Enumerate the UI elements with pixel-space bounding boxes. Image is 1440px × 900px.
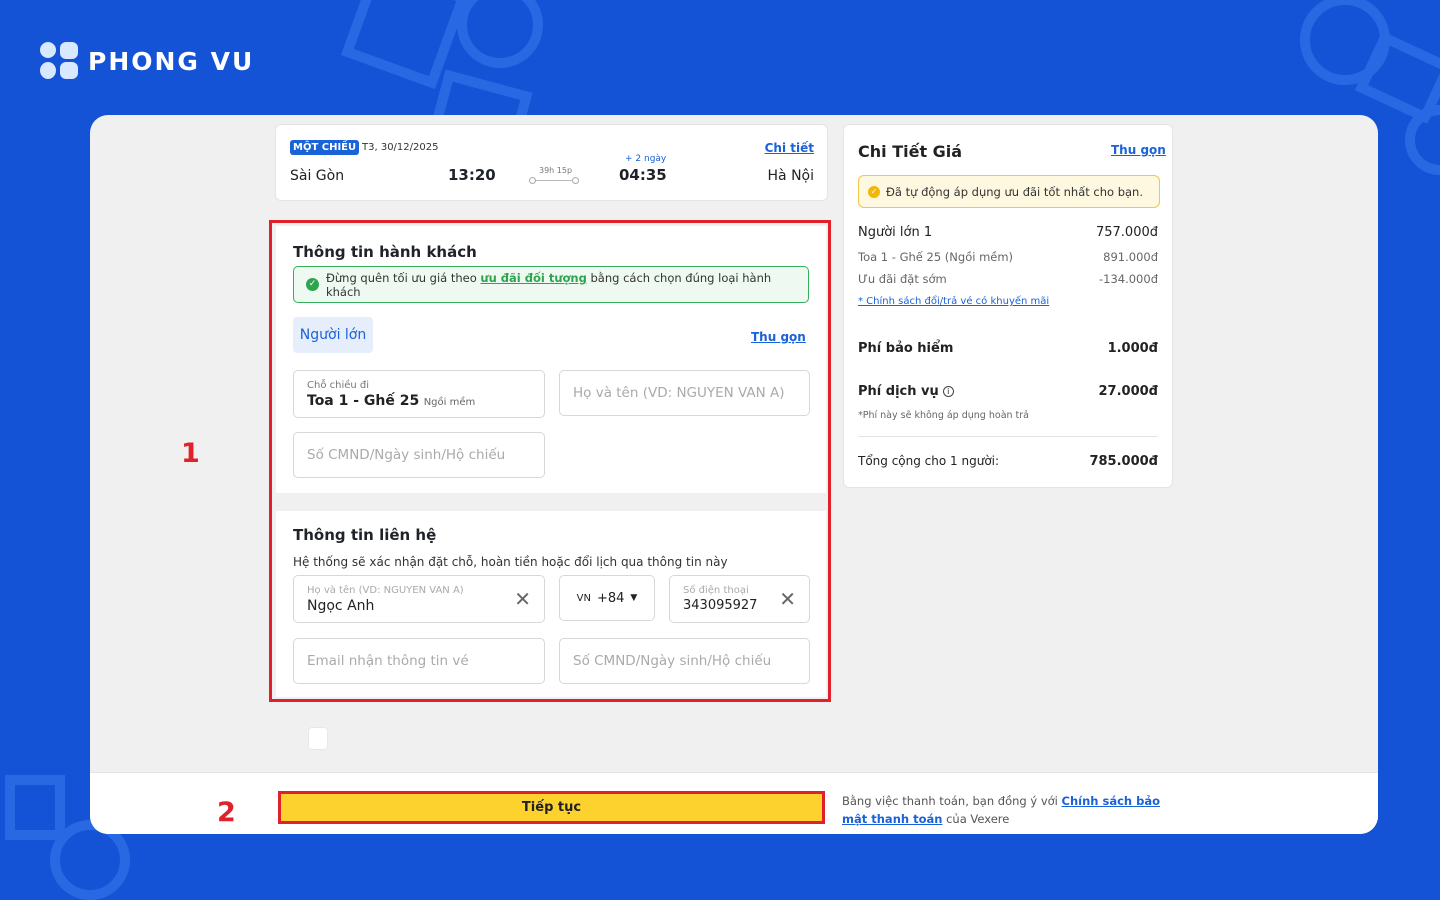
check-circle-icon: ✓: [868, 185, 880, 198]
seat-price-label: Toa 1 - Ghế 25 (Ngồi mềm): [858, 250, 1014, 264]
auto-discount-text: Đã tự động áp dụng ưu đãi tốt nhất cho b…: [886, 184, 1144, 199]
early-discount-label: Ưu đãi đặt sớm: [858, 272, 947, 286]
early-discount-value: -134.000đ: [1098, 272, 1158, 286]
price-collapse-link[interactable]: Thu gọn: [1111, 143, 1166, 157]
adult-label: Người lớn 1: [858, 225, 933, 240]
divider: [858, 436, 1158, 437]
service-fee-row: Phí dịch vụ i 27.000đ: [858, 384, 1158, 399]
step-marker-2: 2: [217, 797, 236, 828]
seat-price-row: Toa 1 - Ghế 25 (Ngồi mềm) 891.000đ: [858, 250, 1158, 264]
service-fee-label: Phí dịch vụ: [858, 384, 939, 399]
trip-destination: Hà Nội: [767, 168, 814, 184]
insurance-value: 1.000đ: [1107, 341, 1158, 356]
policy-link[interactable]: * Chính sách đổi/trả vé có khuyến mãi: [858, 296, 1049, 307]
insurance-label: Phí bảo hiểm: [858, 341, 954, 356]
info-icon[interactable]: i: [942, 386, 954, 397]
terms-text-before: Bằng việc thanh toán, bạn đồng ý với: [842, 794, 1058, 808]
adult-price-row: Người lớn 1 757.000đ: [858, 225, 1158, 240]
early-discount-row: Ưu đãi đặt sớm -134.000đ: [858, 272, 1158, 286]
highlight-box-1: [269, 220, 831, 702]
logo-icon: [40, 42, 80, 80]
insurance-row: Phí bảo hiểm 1.000đ: [858, 341, 1158, 356]
trip-detail-link[interactable]: Chi tiết: [765, 141, 814, 155]
booking-window: MỘT CHIỀU T3, 30/12/2025 Chi tiết Sài Gò…: [90, 115, 1378, 834]
departure-time: 13:20: [448, 166, 496, 184]
seat-price-value: 891.000đ: [1103, 250, 1158, 264]
total-value: 785.000đ: [1089, 454, 1158, 469]
brand-logo: PHONG VU: [40, 42, 254, 80]
price-detail-card: Chi Tiết Giá Thu gọn ✓ Đã tự động áp dụn…: [843, 124, 1173, 488]
service-fee-note: *Phí này sẽ không áp dụng hoàn trả: [858, 410, 1030, 421]
auto-discount-note: ✓ Đã tự động áp dụng ưu đãi tốt nhất cho…: [858, 175, 1160, 208]
trip-duration: 39h 15p: [539, 166, 573, 175]
adult-total: 757.000đ: [1095, 225, 1158, 240]
arrival-time: 04:35: [619, 166, 667, 184]
service-fee-value: 27.000đ: [1098, 384, 1158, 399]
trip-summary-card: MỘT CHIỀU T3, 30/12/2025 Chi tiết Sài Gò…: [275, 124, 828, 201]
trip-date: T3, 30/12/2025: [362, 142, 439, 153]
terms-text-after: của Vexere: [946, 812, 1010, 826]
payment-terms: Bằng việc thanh toán, bạn đồng ý với Chí…: [842, 792, 1182, 828]
continue-button[interactable]: Tiếp tục: [278, 791, 825, 824]
trip-origin: Sài Gòn: [290, 168, 345, 184]
step-marker-1: 1: [181, 438, 200, 469]
total-row: Tổng cộng cho 1 người: 785.000đ: [858, 454, 1158, 469]
bottom-action-bar: Tiếp tục Bằng việc thanh toán, bạn đồng …: [90, 772, 1378, 834]
one-way-badge: MỘT CHIỀU: [290, 140, 360, 155]
chat-icon[interactable]: [308, 727, 328, 750]
brand-name: PHONG VU: [88, 46, 255, 76]
total-label: Tổng cộng cho 1 người:: [858, 454, 1000, 468]
route-line: [529, 177, 579, 184]
plus-days-label: + 2 ngày: [625, 154, 667, 164]
price-title: Chi Tiết Giá: [858, 142, 963, 161]
